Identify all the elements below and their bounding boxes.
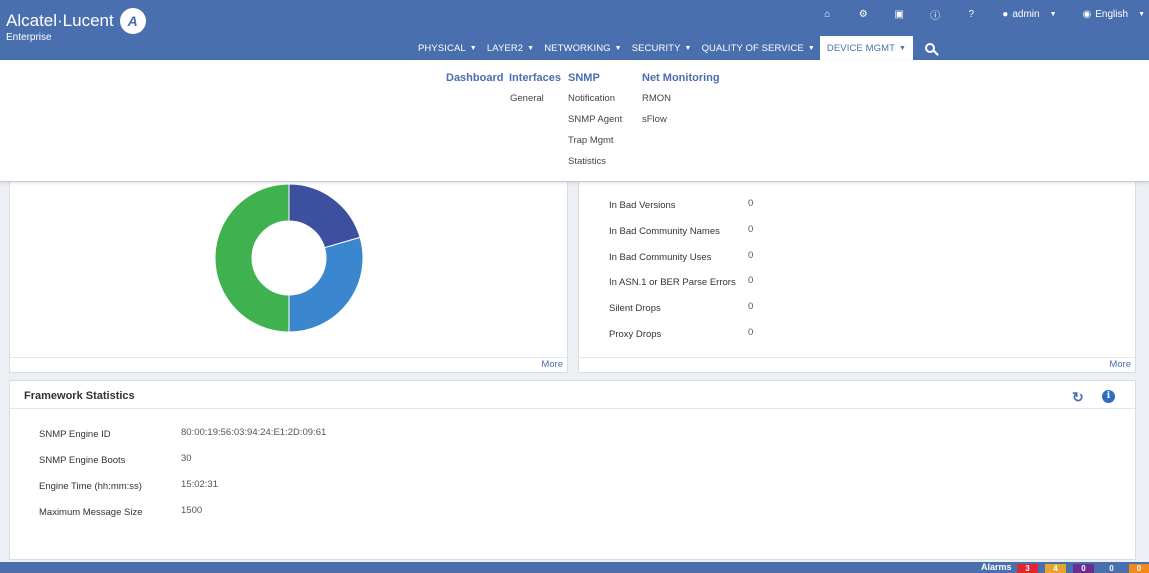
refresh-icon[interactable]: ↻: [1072, 389, 1084, 406]
panel-divider: [579, 357, 1135, 358]
nav-device-mgmt[interactable]: DEVICE MGMT ▼: [819, 36, 914, 60]
alarm-badge-major[interactable]: 4: [1045, 564, 1066, 573]
user-icon: ●: [1002, 8, 1009, 20]
alarm-badge-minor[interactable]: 0: [1073, 564, 1094, 573]
footer-bar: Alarms 3 4 0 0 0: [0, 562, 1149, 573]
chevron-down-icon: ▼: [527, 44, 535, 52]
fw-value: 80:00:19:56:03:94:24:E1:2D:09:61: [181, 427, 327, 438]
chevron-down-icon: ▼: [1138, 10, 1145, 18]
nav-quality-of-service[interactable]: QUALITY OF SERVICE ▼: [697, 36, 820, 60]
chevron-down-icon: ▼: [1049, 10, 1057, 18]
menu-link-notification[interactable]: Notification: [568, 88, 622, 109]
fw-value: 30: [181, 453, 192, 464]
user-name: admin: [1012, 8, 1040, 20]
panel-divider: [10, 408, 1135, 409]
fw-label: SNMP Engine ID: [39, 429, 111, 440]
menu-interfaces-title[interactable]: Interfaces: [509, 72, 561, 88]
device-mgmt-dropdown: Dashboard Interfaces General SNMP Notifi…: [0, 60, 1149, 182]
menu-dashboard[interactable]: Dashboard: [446, 72, 503, 88]
top-header: Alcatel·Lucent A Enterprise ⌂ ⚙ ▣ ⓘ ? ● …: [0, 0, 1149, 60]
donut-slice-1[interactable]: [288, 236, 364, 333]
stat-label: In Bad Community Uses: [609, 252, 712, 263]
language-label: English: [1095, 8, 1129, 20]
framework-statistics-panel: Framework Statistics ↻ i SNMP Engine ID …: [9, 380, 1136, 560]
menu-col-interfaces: Interfaces General: [509, 72, 561, 109]
nav-physical[interactable]: PHYSICAL ▼: [413, 36, 482, 60]
nav-security[interactable]: SECURITY ▼: [627, 36, 697, 60]
menu-net-monitoring-title[interactable]: Net Monitoring: [642, 72, 720, 88]
snmp-chart-panel: More: [9, 180, 568, 373]
more-link[interactable]: More: [1109, 359, 1131, 370]
stat-value: 0: [748, 198, 754, 209]
menu-link-trap-mgmt[interactable]: Trap Mgmt: [568, 130, 622, 151]
panel-divider: [10, 357, 567, 358]
fw-label: Maximum Message Size: [39, 507, 143, 518]
menu-col-dashboard: Dashboard: [446, 72, 503, 88]
panel-title: Framework Statistics: [24, 390, 135, 402]
brand-logo-area[interactable]: Alcatel·Lucent A Enterprise: [6, 8, 146, 43]
nav-label: DEVICE MGMT: [826, 42, 896, 54]
chevron-down-icon: ▼: [469, 44, 477, 52]
fw-value: 1500: [181, 505, 203, 516]
nav-label: LAYER2: [486, 42, 524, 54]
more-link[interactable]: More: [541, 359, 563, 370]
chevron-down-icon: ▼: [899, 44, 907, 52]
alcatel-lucent-logo-icon: A: [119, 8, 146, 34]
nav-label: QUALITY OF SERVICE: [701, 42, 804, 54]
menu-snmp-title[interactable]: SNMP: [568, 72, 622, 88]
info-icon[interactable]: ⓘ: [930, 9, 940, 22]
donut-slice-0[interactable]: [288, 183, 361, 249]
alarm-badge-warning[interactable]: 0: [1101, 564, 1122, 573]
nav-networking[interactable]: NETWORKING ▼: [539, 36, 626, 60]
menu-link-sflow[interactable]: sFlow: [642, 109, 720, 130]
globe-icon: ◉: [1082, 8, 1092, 20]
help-icon[interactable]: ?: [966, 9, 976, 20]
info-icon[interactable]: i: [1102, 390, 1115, 403]
save-icon[interactable]: ▣: [894, 9, 904, 20]
chevron-down-icon: ▼: [807, 44, 815, 52]
gear-icon[interactable]: ⚙: [858, 9, 868, 20]
donut-slice-2[interactable]: [214, 183, 290, 333]
main-nav: PHYSICAL ▼ LAYER2 ▼ NETWORKING ▼ SECURITY ▼ …: [413, 36, 936, 60]
alarm-badge-info[interactable]: 0: [1129, 564, 1149, 573]
stat-value: 0: [748, 250, 754, 261]
alarms-label[interactable]: Alarms: [981, 562, 1012, 573]
stat-value: 0: [748, 275, 754, 286]
home-icon[interactable]: ⌂: [822, 9, 832, 20]
menu-link-statistics[interactable]: Statistics: [568, 151, 622, 172]
fw-label: Engine Time (hh:mm:ss): [39, 481, 142, 492]
utility-bar: ⌂ ⚙ ▣ ⓘ ? ● admin ▼ ◉ English ▼: [822, 6, 1149, 22]
alarm-badge-critical[interactable]: 3: [1017, 564, 1038, 573]
stat-label: In ASN.1 or BER Parse Errors: [609, 277, 736, 288]
menu-col-net-monitoring: Net Monitoring RMON sFlow: [642, 72, 720, 130]
fw-value: 15:02:31: [181, 479, 218, 490]
menu-link-rmon[interactable]: RMON: [642, 88, 720, 109]
nav-label: PHYSICAL: [418, 42, 466, 54]
stat-value: 0: [748, 224, 754, 235]
language-menu[interactable]: ◉ English ▼: [1083, 9, 1145, 20]
brand-name: Alcatel·Lucent: [6, 11, 114, 30]
chevron-down-icon: ▼: [684, 44, 692, 52]
stat-label: Silent Drops: [609, 303, 661, 314]
fw-label: SNMP Engine Boots: [39, 455, 126, 466]
snmp-stats-panel: In Bad Versions 0 In Bad Community Names…: [578, 180, 1136, 373]
stat-value: 0: [748, 301, 754, 312]
nav-label: SECURITY: [631, 42, 681, 54]
menu-col-snmp: SNMP Notification SNMP Agent Trap Mgmt S…: [568, 72, 622, 172]
stat-label: In Bad Community Names: [609, 226, 720, 237]
search-button[interactable]: [925, 40, 936, 56]
stat-label: Proxy Drops: [609, 329, 662, 340]
user-menu[interactable]: ● admin ▼: [1002, 9, 1056, 20]
nav-layer2[interactable]: LAYER2 ▼: [482, 36, 539, 60]
nav-label: NETWORKING: [544, 42, 611, 54]
stat-value: 0: [748, 327, 754, 338]
menu-link-snmp-agent[interactable]: SNMP Agent: [568, 109, 622, 130]
brand-subtitle: Enterprise: [6, 32, 52, 43]
search-icon: [925, 43, 936, 53]
chevron-down-icon: ▼: [614, 44, 622, 52]
donut-chart: [214, 183, 364, 333]
stat-label: In Bad Versions: [609, 200, 676, 211]
menu-link-general[interactable]: General: [510, 88, 561, 109]
